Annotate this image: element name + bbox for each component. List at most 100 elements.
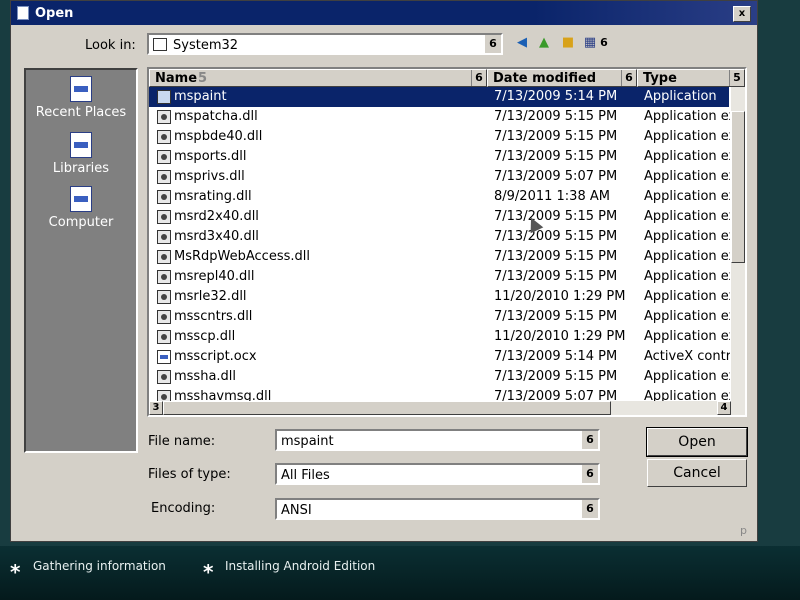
column-name-label: Name — [155, 71, 198, 86]
places-bar: Recent Places Libraries Computer — [24, 68, 138, 453]
file-date-cell: 8/9/2011 1:38 AM — [494, 189, 610, 204]
file-date-cell: 7/13/2009 5:15 PM — [494, 229, 618, 244]
open-button[interactable]: Open — [646, 427, 748, 457]
table-row[interactable]: msports.dll 7/13/2009 5:15 PM Application … — [149, 147, 730, 167]
dll-file-icon — [157, 190, 171, 204]
file-date-cell: 7/13/2009 5:15 PM — [494, 249, 618, 264]
table-row[interactable]: mssha.dll 7/13/2009 5:15 PM Application ex — [149, 367, 730, 387]
dll-file-icon — [157, 370, 171, 384]
place-label: Libraries — [52, 161, 110, 176]
title-bar[interactable]: Open x — [11, 1, 757, 25]
file-name-cell: msrepl40.dll — [174, 269, 255, 284]
resize-grip-icon[interactable]: p — [740, 524, 747, 537]
cancel-button[interactable]: Cancel — [647, 459, 747, 487]
place-recent-places[interactable]: Recent Places — [26, 76, 136, 120]
file-type-cell: Application ex — [644, 169, 730, 184]
table-row[interactable]: msrd3x40.dll 7/13/2009 5:15 PM Application… — [149, 227, 730, 247]
dll-file-icon — [157, 290, 171, 304]
encoding-value: ANSI — [281, 503, 312, 518]
dll-file-icon — [157, 110, 171, 124]
file-date-cell: 7/13/2009 5:15 PM — [494, 209, 618, 224]
back-arrow-icon[interactable]: ◀ — [513, 35, 531, 51]
table-row[interactable]: msrepl40.dll 7/13/2009 5:15 PM Application… — [149, 267, 730, 287]
chevron-down-icon[interactable]: 5 — [729, 70, 744, 86]
dll-file-icon — [157, 170, 171, 184]
look-in-combo[interactable]: System32 6 — [147, 33, 503, 55]
file-type-cell: Application ex — [644, 189, 730, 204]
dll-file-icon — [157, 130, 171, 144]
dll-file-icon — [157, 250, 171, 264]
table-row[interactable]: mspbde40.dll 7/13/2009 5:15 PM Application… — [149, 127, 730, 147]
horizontal-scrollbar[interactable]: 3 4 — [149, 401, 745, 415]
close-button[interactable]: x — [733, 6, 751, 22]
file-date-cell: 7/13/2009 5:15 PM — [494, 129, 618, 144]
chevron-down-icon[interactable]: 6 — [581, 431, 598, 449]
look-in-label: Look in: — [85, 38, 136, 53]
table-row[interactable]: mspaint 7/13/2009 5:14 PM Application — [149, 87, 729, 107]
up-folder-icon[interactable]: ▲ — [535, 35, 553, 51]
file-type-cell: Application ex — [644, 269, 730, 284]
place-computer[interactable]: Computer — [26, 186, 136, 230]
setup-step-installing: Installing Android Edition — [225, 559, 376, 573]
chevron-down-icon[interactable]: 6 — [581, 465, 598, 483]
vertical-scroll-thumb[interactable] — [731, 111, 745, 263]
table-row[interactable]: msrating.dll 8/9/2011 1:38 AM Application … — [149, 187, 730, 207]
files-of-type-value: All Files — [281, 468, 330, 483]
chevron-down-icon[interactable]: 6 — [621, 70, 636, 86]
file-name-value: mspaint — [281, 434, 334, 449]
file-name-cell: msports.dll — [174, 149, 247, 164]
computer-icon — [70, 186, 92, 212]
scroll-right-button[interactable]: 4 — [717, 401, 731, 415]
file-type-cell: Application ex — [644, 209, 730, 224]
file-type-cell: Application ex — [644, 249, 730, 264]
scroll-left-button[interactable]: 3 — [149, 401, 163, 415]
libraries-icon — [70, 132, 92, 158]
table-row[interactable]: mspatcha.dll 7/13/2009 5:15 PM Application… — [149, 107, 730, 127]
table-row[interactable]: MsRdpWebAccess.dll 7/13/2009 5:15 PM Appli… — [149, 247, 730, 267]
column-type-label: Type — [643, 71, 677, 86]
column-header-date[interactable]: Date modified 6 — [487, 69, 637, 87]
file-type-cell: Application ex — [644, 309, 730, 324]
file-name-cell: msprivs.dll — [174, 169, 245, 184]
column-header-name[interactable]: Name 5 6 — [149, 69, 487, 87]
dialog-icon — [17, 6, 29, 20]
vertical-scrollbar[interactable]: 6 — [731, 87, 745, 415]
activex-file-icon — [157, 350, 171, 364]
horizontal-scroll-thumb[interactable] — [163, 401, 611, 415]
encoding-label: Encoding: — [151, 501, 216, 516]
file-name-cell: msrle32.dll — [174, 289, 247, 304]
column-header-type[interactable]: Type 5 — [637, 69, 745, 87]
chevron-down-icon[interactable]: 6 — [471, 70, 486, 86]
file-list[interactable]: Name 5 6 Date modified 6 Type 5 mspaint 7… — [147, 67, 747, 417]
file-name-cell: mspatcha.dll — [174, 109, 258, 124]
place-libraries[interactable]: Libraries — [26, 132, 136, 176]
encoding-select[interactable]: ANSI 6 — [275, 498, 600, 520]
files-of-type-select[interactable]: All Files 6 — [275, 463, 600, 485]
table-row[interactable]: msprivs.dll 7/13/2009 5:07 PM Application … — [149, 167, 730, 187]
file-name-cell: msrd2x40.dll — [174, 209, 259, 224]
file-name-cell: mssha.dll — [174, 369, 237, 384]
file-name-cell: msscp.dll — [174, 329, 236, 344]
file-date-cell: 7/13/2009 5:15 PM — [494, 369, 618, 384]
table-row[interactable]: msrd2x40.dll 7/13/2009 5:15 PM Application… — [149, 207, 730, 227]
file-type-cell: ActiveX contro — [644, 349, 730, 364]
file-name-label: File name: — [148, 434, 216, 449]
view-menu-dropdown[interactable]: 6 — [595, 35, 613, 51]
setup-step-icon: * — [10, 560, 21, 584]
dll-file-icon — [157, 230, 171, 244]
file-type-cell: Application ex — [644, 149, 730, 164]
file-name-cell: msscript.ocx — [174, 349, 257, 364]
file-name-cell: msrating.dll — [174, 189, 252, 204]
new-folder-icon[interactable]: ■ — [559, 35, 577, 51]
sort-indicator-icon: 5 — [198, 71, 208, 86]
file-date-cell: 7/13/2009 5:15 PM — [494, 149, 618, 164]
table-row[interactable]: msscript.ocx 7/13/2009 5:14 PM ActiveX con… — [149, 347, 730, 367]
chevron-down-icon[interactable]: 6 — [581, 500, 598, 518]
table-row[interactable]: msscntrs.dll 7/13/2009 5:15 PM Application… — [149, 307, 730, 327]
table-row[interactable]: msscp.dll 11/20/2010 1:29 PM Application e… — [149, 327, 730, 347]
file-type-cell: Application ex — [644, 329, 730, 344]
chevron-down-icon[interactable]: 6 — [484, 35, 501, 53]
file-name-field[interactable]: mspaint 6 — [275, 429, 600, 451]
table-row[interactable]: msrle32.dll 11/20/2010 1:29 PM Application… — [149, 287, 730, 307]
dll-file-icon — [157, 150, 171, 164]
